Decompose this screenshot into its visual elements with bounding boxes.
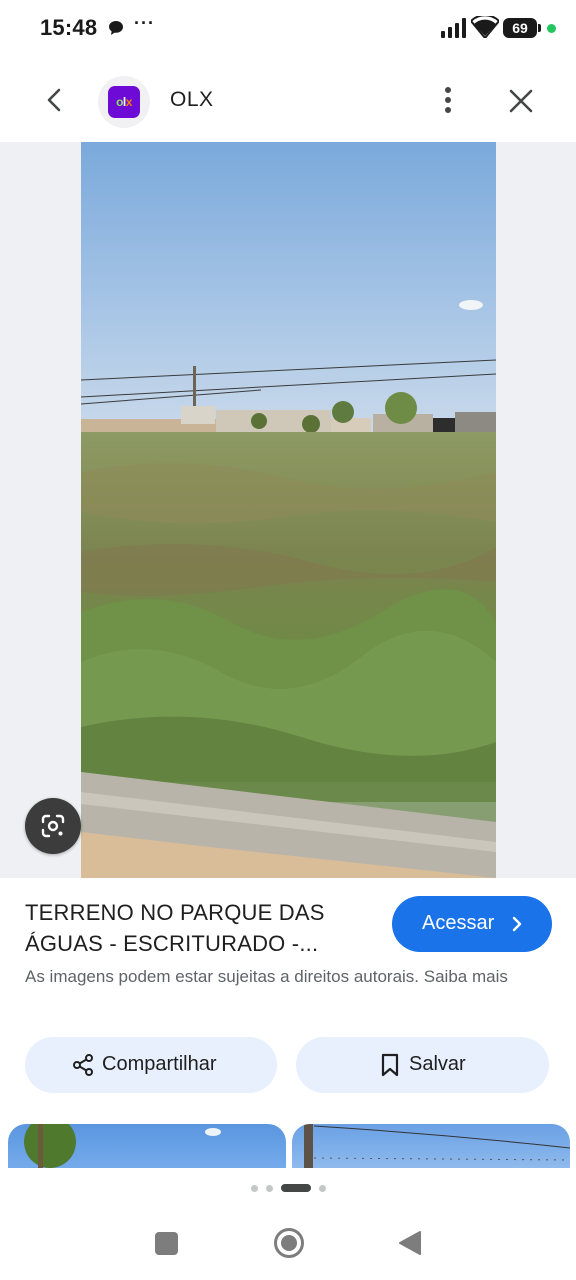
result-title[interactable]: TERRENO NO PARQUE DAS ÁGUAS - ESCRITURAD… [25, 897, 375, 959]
vacant-lot-photo [81, 142, 496, 878]
copyright-text: As imagens podem estar sujeitas a direit… [25, 967, 420, 986]
related-image-2 [304, 1124, 570, 1168]
site-favicon[interactable]: olx [98, 76, 150, 128]
recents-button[interactable] [155, 1232, 178, 1255]
results-pager [0, 1168, 576, 1218]
site-name[interactable]: OLX [170, 88, 214, 112]
save-button[interactable]: Salvar [296, 1037, 549, 1093]
related-images-strip [0, 1122, 576, 1168]
related-image-thumbnail[interactable] [8, 1124, 286, 1168]
share-icon [73, 1054, 93, 1076]
preview-photo[interactable] [81, 142, 496, 878]
system-back-button[interactable] [398, 1230, 422, 1256]
olx-logo: olx [108, 86, 140, 118]
more-notifications-icon: ··· [134, 13, 155, 33]
back-arrow-icon[interactable] [36, 82, 72, 118]
bookmark-icon [381, 1053, 399, 1077]
pager-dot-active [281, 1184, 311, 1192]
share-button[interactable]: Compartilhar [25, 1037, 277, 1093]
system-nav-bar [0, 1218, 576, 1280]
learn-more-link[interactable]: Saiba mais [424, 967, 508, 986]
save-label: Salvar [409, 1053, 466, 1075]
wifi-icon [471, 16, 499, 38]
close-icon[interactable] [504, 84, 538, 118]
related-image-thumbnail[interactable] [292, 1124, 570, 1168]
signal-icon [441, 18, 466, 38]
privacy-indicator-dot [547, 24, 556, 33]
access-button[interactable]: Acessar [392, 896, 552, 952]
access-label: Acessar [422, 912, 495, 934]
more-vert-icon[interactable] [432, 82, 464, 118]
pager-dot[interactable] [319, 1185, 326, 1192]
lens-icon [41, 814, 65, 838]
chat-bubble-icon [109, 21, 123, 35]
copyright-notice: As imagens podem estar sujeitas a direit… [25, 964, 545, 989]
google-lens-button[interactable] [25, 798, 81, 854]
chevron-right-icon [512, 916, 522, 932]
related-image-1 [24, 1124, 221, 1168]
viewer-header: olx OLX [0, 56, 576, 142]
image-preview-area [0, 142, 576, 878]
home-button[interactable] [272, 1226, 306, 1260]
status-bar: 15:48 ··· 69 [0, 0, 576, 56]
battery-indicator: 69 [503, 18, 541, 38]
share-label: Compartilhar [102, 1053, 217, 1075]
status-time: 15:48 [40, 15, 98, 40]
pager-dot[interactable] [251, 1185, 258, 1192]
pager-dot[interactable] [266, 1185, 273, 1192]
